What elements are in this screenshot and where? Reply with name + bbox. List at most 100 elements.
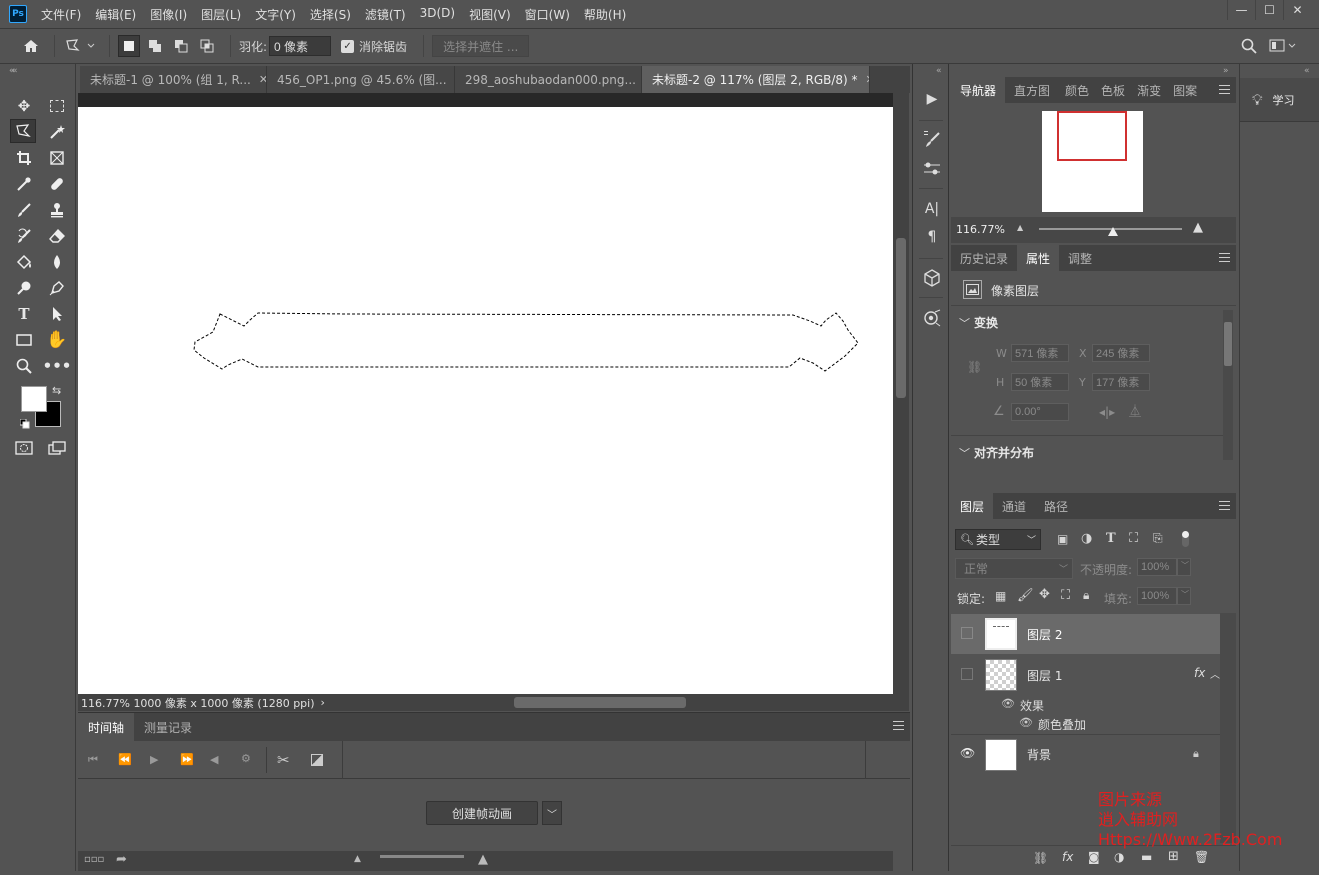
visibility-toggle-empty[interactable]	[961, 627, 973, 639]
horizontal-scroll-thumb[interactable]	[514, 697, 686, 708]
zoom-slider-thumb[interactable]	[1108, 227, 1118, 236]
tab-channels[interactable]: 通道	[993, 493, 1035, 519]
default-colors-icon[interactable]	[19, 418, 30, 432]
add-style-fx-icon[interactable]: fx	[1062, 850, 1073, 864]
clone-stamp-tool-icon[interactable]	[44, 198, 70, 222]
lock-image-brush-icon[interactable]: 🖌︎	[1017, 588, 1034, 603]
close-window-button[interactable]: ✕	[1283, 0, 1311, 20]
tab-properties[interactable]: 属性	[1017, 245, 1060, 271]
filter-shape-icon[interactable]: ⛶	[1129, 531, 1138, 546]
maximize-button[interactable]: ☐	[1255, 0, 1283, 20]
3d-cube-icon[interactable]	[921, 267, 943, 289]
settings-gear-icon[interactable]: ⚙	[241, 752, 251, 765]
tab-adjustments[interactable]: 调整	[1059, 245, 1101, 271]
hand-tool-icon[interactable]: ✋	[44, 328, 70, 352]
angle-input[interactable]	[1011, 403, 1069, 421]
tab-paths[interactable]: 路径	[1035, 493, 1077, 519]
eraser-tool-icon[interactable]	[44, 224, 70, 248]
menu-item-4[interactable]: 文字(Y)	[255, 6, 296, 23]
filter-adjustment-icon[interactable]: ◑	[1081, 531, 1092, 546]
frame-tool-icon[interactable]	[44, 146, 70, 170]
collapse-panels-icon[interactable]: »	[1223, 66, 1229, 76]
history-brush-tool-icon[interactable]	[11, 224, 37, 248]
tab-gradients[interactable]: 渐变	[1131, 77, 1167, 103]
chevron-down-icon[interactable]: ﹀	[542, 801, 562, 825]
x-input[interactable]	[1092, 344, 1150, 362]
add-mask-icon[interactable]: ◙	[1088, 850, 1100, 864]
status-menu-arrow[interactable]: ›	[321, 696, 325, 709]
filter-type-icon[interactable]: T	[1106, 531, 1116, 546]
brush-settings-icon[interactable]	[921, 128, 943, 150]
tab-untitled-2[interactable]: 未标题-2 @ 117% (图层 2, RGB/8) *✕	[642, 66, 870, 93]
panel-menu-icon[interactable]	[1219, 253, 1230, 262]
minimize-button[interactable]: —	[1227, 0, 1255, 20]
tab-456-op1[interactable]: 456_OP1.png @ 45.6% (图...✕	[267, 66, 455, 93]
lock-icon[interactable]: 🔒︎	[1193, 747, 1199, 761]
zoom-out-icon[interactable]: ▲	[354, 854, 361, 864]
tab-298-aoshubaodan[interactable]: 298_aoshubaodan000.png...✕	[455, 66, 642, 93]
flip-horizontal-icon[interactable]: ◂|▸	[1099, 405, 1115, 419]
tab-measurement-log[interactable]: 测量记录	[134, 713, 202, 741]
layer-row-background[interactable]: 👁︎ 背景 🔒︎	[951, 734, 1220, 774]
tab-navigator[interactable]: 导航器	[951, 77, 1006, 103]
search-icon[interactable]	[1241, 38, 1257, 57]
navigator-zoom-value[interactable]: 116.77%	[956, 223, 1005, 236]
create-frame-animation-button[interactable]: 创建帧动画	[426, 801, 538, 825]
fill-input[interactable]	[1137, 587, 1177, 605]
move-tool-icon[interactable]: ✥	[11, 94, 37, 118]
dodge-tool-icon[interactable]	[11, 276, 37, 300]
marquee-tool-icon[interactable]	[44, 94, 70, 118]
timeline-zoom-slider[interactable]	[380, 855, 464, 858]
panel-menu-icon[interactable]	[893, 721, 904, 730]
polygon-lasso-tool-icon[interactable]	[10, 119, 36, 143]
zoom-in-mountain-icon[interactable]: ▲	[1193, 220, 1203, 235]
lock-transparency-icon[interactable]: ▦	[995, 589, 1006, 603]
panel-menu-icon[interactable]	[1219, 501, 1230, 510]
rectangle-tool-icon[interactable]	[11, 328, 37, 352]
feather-input[interactable]	[269, 36, 332, 56]
filter-smart-object-icon[interactable]: ⎘	[1153, 531, 1163, 546]
expand-arrows-icon[interactable]: «	[936, 66, 942, 76]
menu-item-6[interactable]: 滤镜(T)	[365, 6, 406, 23]
menu-item-5[interactable]: 选择(S)	[310, 6, 351, 23]
opacity-input[interactable]	[1137, 558, 1177, 576]
link-layers-icon[interactable]: ⛓	[1033, 851, 1048, 865]
polygon-lasso-preset-icon[interactable]	[63, 35, 97, 57]
properties-scrollbar[interactable]	[1223, 310, 1233, 460]
layer-name[interactable]: 背景	[1027, 746, 1051, 763]
prev-frame-icon[interactable]: ⏪	[118, 753, 132, 766]
audio-icon[interactable]: ◀	[210, 753, 218, 766]
menu-item-2[interactable]: 图像(I)	[150, 6, 187, 23]
layer-name[interactable]: 图层 1	[1027, 667, 1062, 684]
menu-item-0[interactable]: 文件(F)	[41, 6, 81, 23]
split-scissors-icon[interactable]: ✂	[277, 751, 290, 769]
new-adjustment-icon[interactable]: ◑	[1114, 850, 1124, 864]
zoom-out-mountain-icon[interactable]: ▲	[1017, 223, 1023, 232]
layer-filter-select[interactable]: 🔍︎ 类型 ﹀	[955, 529, 1041, 550]
quick-mask-icon[interactable]	[11, 436, 37, 460]
workspace-icon[interactable]	[1269, 39, 1297, 56]
layer-row-layer-2[interactable]: 图层 2	[951, 614, 1220, 654]
new-layer-icon[interactable]: ⊞	[1168, 849, 1179, 864]
paint-bucket-tool-icon[interactable]	[11, 250, 37, 274]
type-tool-icon[interactable]: T	[11, 302, 37, 326]
next-frame-icon[interactable]: ⏩	[180, 753, 194, 766]
menu-item-1[interactable]: 编辑(E)	[95, 6, 136, 23]
eye-icon[interactable]: 👁︎	[1001, 697, 1015, 710]
align-section-title[interactable]: 对齐并分布	[974, 444, 1034, 461]
layer-effects-row[interactable]: 👁︎ 效果	[951, 695, 1220, 714]
modifier-icon[interactable]	[921, 307, 943, 329]
document-canvas[interactable]	[78, 107, 893, 694]
subtract-selection-icon[interactable]	[170, 35, 192, 57]
link-dimensions-icon[interactable]: ⛓	[967, 360, 982, 374]
eye-icon[interactable]: 👁︎	[960, 746, 975, 760]
close-tab-icon[interactable]: ✕	[259, 73, 266, 86]
chevron-down-icon[interactable]: ﹀	[1177, 587, 1191, 605]
adjust-sliders-icon[interactable]	[921, 158, 943, 180]
delete-layer-trash-icon[interactable]: 🗑︎	[1194, 850, 1209, 864]
height-input[interactable]	[1011, 373, 1069, 391]
flip-vertical-icon[interactable]: ⏅	[1129, 402, 1141, 419]
chevron-down-icon[interactable]: ﹀	[959, 445, 970, 461]
tab-patterns[interactable]: 图案	[1167, 77, 1203, 103]
swap-colors-icon[interactable]: ⇆	[52, 384, 61, 397]
